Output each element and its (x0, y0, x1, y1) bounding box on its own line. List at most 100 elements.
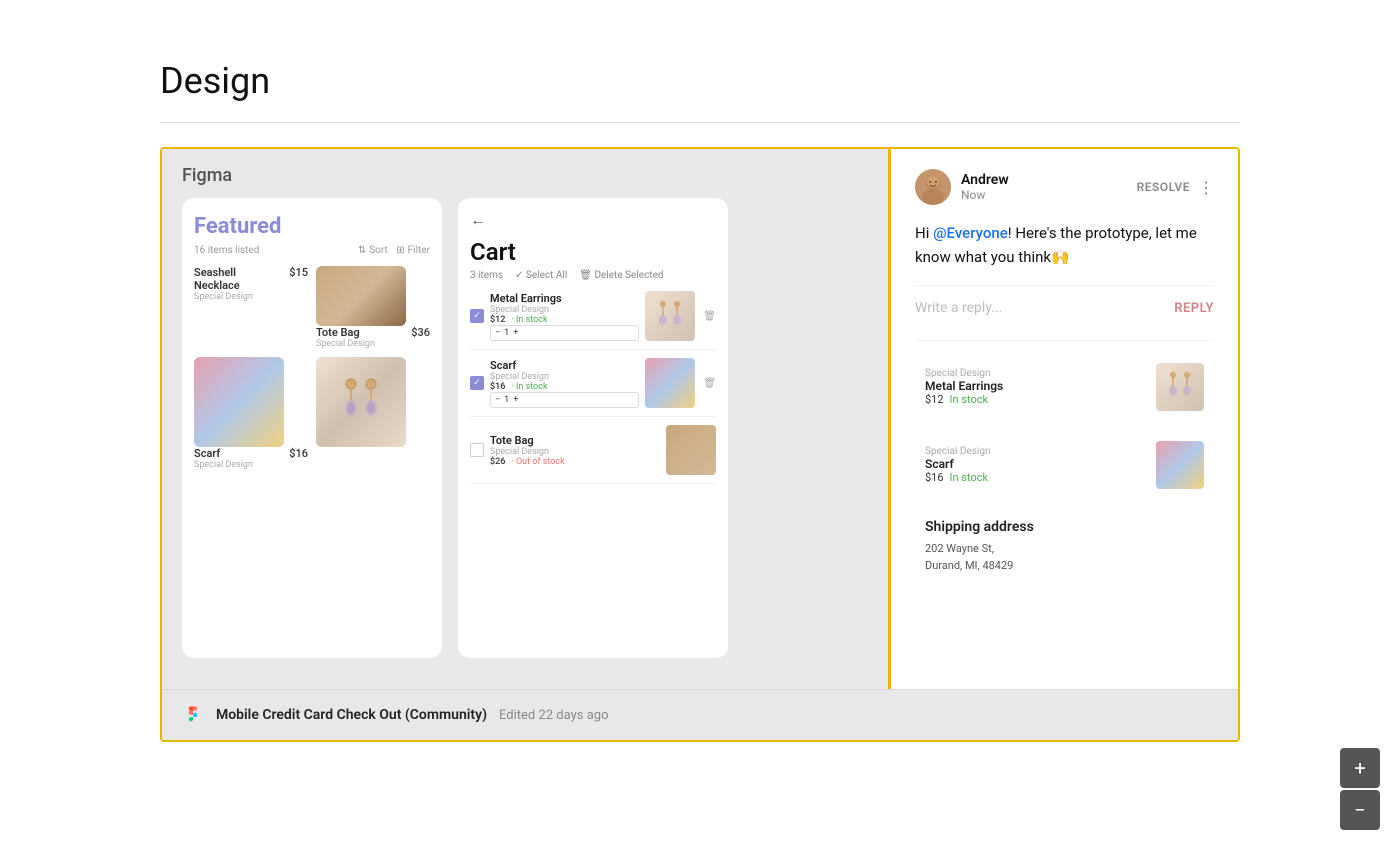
product-scarf: Scarf $16 Special Design (194, 357, 308, 470)
comment-prefix: Hi (915, 224, 933, 242)
card-footer: Mobile Credit Card Check Out (Community)… (162, 689, 1238, 740)
sort-label[interactable]: ⇅ Sort (358, 245, 388, 256)
qty-value: 1 (504, 328, 509, 338)
seashell-price: $15 (289, 266, 308, 279)
earrings-name: Metal Earrings (490, 292, 639, 305)
page-title: Design (160, 60, 1240, 102)
tote-cart-info: Tote Bag Special Design $26 · Out of sto… (490, 434, 660, 467)
earrings-price-stock: $12 · In stock (490, 315, 639, 325)
tote-image (316, 266, 406, 326)
scarf-delete[interactable]: 🗑 (703, 378, 716, 389)
cart-screen: ← Cart 3 items ✓ Select All 🗑 Delete Sel… (458, 198, 728, 658)
earrings-info: Metal Earrings Special Design $12 · In s… (490, 292, 639, 341)
cart-back-arrow[interactable]: ← (470, 210, 716, 230)
cart-earrings-image (645, 291, 695, 341)
figma-content: Featured 16 items listed ⇅ Sort ⊞ Filter (162, 198, 888, 678)
shipping-section: Shipping address 202 Wayne St, Durand, M… (915, 509, 1214, 584)
cart-item-tote: Tote Bag Special Design $26 · Out of sto… (470, 425, 716, 484)
shipping-title: Shipping address (925, 519, 1204, 535)
cont-earrings-image (1156, 363, 1204, 411)
qty-plus[interactable]: + (513, 328, 518, 338)
earrings-qty[interactable]: − 1 + (490, 325, 639, 341)
tote-cart-name: Tote Bag (490, 434, 660, 447)
scarf-cart-stock: · In stock (511, 382, 547, 392)
shipping-line2: Durand, MI, 48429 (925, 558, 1204, 575)
cart-scarf-image (645, 358, 695, 408)
cont-scarf-name: Scarf (925, 457, 1146, 471)
figma-logo-icon (182, 704, 204, 726)
earrings-price: $12 (490, 315, 505, 325)
scarf-checkbox[interactable]: ✓ (470, 376, 484, 390)
cont-scarf-design: Special Design (925, 446, 1146, 457)
reply-button[interactable]: REPLY (1174, 301, 1214, 316)
delete-selected-btn[interactable]: 🗑 Delete Selected (579, 270, 663, 281)
cont-earrings-stock: In stock (950, 393, 989, 406)
tote-name-price: Tote Bag $36 (316, 326, 430, 339)
cart-item-scarf: ✓ Scarf Special Design $16 · In stock (470, 358, 716, 417)
seashell-name: SeashellNecklace (194, 266, 240, 292)
cont-earrings-design: Special Design (925, 368, 1146, 379)
main-card: Figma Featured 16 items listed ⇅ Sort ⊞ … (160, 147, 1240, 742)
reply-area: Write a reply... REPLY (915, 285, 1214, 316)
tote-price-stock: $26 · Out of stock (490, 457, 660, 467)
shipping-address: 202 Wayne St, Durand, MI, 48429 (925, 541, 1204, 574)
cont-item-scarf: Special Design Scarf $16 In stock (915, 431, 1214, 499)
featured-meta: 16 items listed ⇅ Sort ⊞ Filter (194, 245, 430, 256)
continuation-content: Special Design Metal Earrings $12 In sto… (915, 340, 1214, 584)
comment-actions: RESOLVE ⋮ (1137, 178, 1214, 197)
reply-input-placeholder[interactable]: Write a reply... (915, 300, 1174, 316)
cart-meta: 3 items ✓ Select All 🗑 Delete Selected (470, 270, 716, 281)
seashell-name-price: SeashellNecklace $15 (194, 266, 308, 292)
featured-title: Featured (194, 214, 430, 239)
tote-cart-price: $26 (490, 457, 505, 467)
comment-header: Andrew Now RESOLVE ⋮ (915, 169, 1214, 205)
comment-author: Andrew (961, 172, 1127, 188)
featured-screen: Featured 16 items listed ⇅ Sort ⊞ Filter (182, 198, 442, 658)
product-row-2: Scarf $16 Special Design (194, 357, 430, 470)
scarf-cart-brand: Special Design (490, 372, 639, 382)
tote-brand: Special Design (316, 339, 430, 349)
tote-checkbox[interactable] (470, 443, 484, 457)
product-row-1: SeashellNecklace $15 Special Design Tote… (194, 266, 430, 349)
comment-mention[interactable]: @Everyone (933, 224, 1008, 242)
earrings-delete[interactable]: 🗑 (703, 311, 716, 322)
scarf-qty-minus[interactable]: − (495, 395, 500, 405)
product-grid: SeashellNecklace $15 Special Design Tote… (194, 266, 430, 470)
page-container: Design Figma Featured 16 items listed ⇅ … (0, 0, 1400, 802)
filter-label[interactable]: ⊞ Filter (396, 245, 430, 256)
qty-minus[interactable]: − (495, 328, 500, 338)
tote-cart-stock: · Out of stock (511, 457, 564, 467)
earrings-checkbox[interactable]: ✓ (470, 309, 484, 323)
card-body: Figma Featured 16 items listed ⇅ Sort ⊞ … (162, 149, 1238, 689)
scarf-qty-plus[interactable]: + (513, 395, 518, 405)
cont-earrings-info: Special Design Metal Earrings $12 In sto… (925, 368, 1146, 406)
select-all-btn[interactable]: ✓ Select All (515, 270, 567, 281)
earrings-image (316, 357, 406, 447)
scarf-price-stock: $16 · In stock (490, 382, 639, 392)
avatar (915, 169, 951, 205)
cart-item-earrings: ✓ Metal Earrings Special Design $12 · In… (470, 291, 716, 350)
earrings-stock: · In stock (511, 315, 547, 325)
footer-edited-time: Edited 22 days ago (499, 708, 608, 723)
divider (160, 122, 1240, 123)
tote-cart-brand: Special Design (490, 447, 660, 457)
cont-scarf-stock: In stock (950, 471, 989, 484)
scarf-brand: Special Design (194, 460, 308, 470)
footer-file-name[interactable]: Mobile Credit Card Check Out (Community) (216, 707, 487, 723)
figma-label: Figma (162, 149, 888, 198)
product-seashell: SeashellNecklace $15 Special Design (194, 266, 308, 302)
scarf-image (194, 357, 284, 447)
scarf-cart-name: Scarf (490, 359, 639, 372)
cart-title: Cart (470, 238, 716, 266)
more-options-icon[interactable]: ⋮ (1198, 178, 1214, 197)
product-earrings-img (316, 357, 430, 447)
cart-items-count: 3 items (470, 270, 503, 281)
scarf-name-price: Scarf $16 (194, 447, 308, 460)
scarf-cart-price: $16 (490, 382, 505, 392)
seashell-brand: Special Design (194, 292, 308, 302)
scarf-qty[interactable]: − 1 + (490, 392, 639, 408)
cont-earrings-price: $12 (925, 393, 944, 406)
resolve-button[interactable]: RESOLVE (1137, 180, 1190, 194)
cont-scarf-image (1156, 441, 1204, 489)
items-count: 16 items listed (194, 245, 259, 256)
